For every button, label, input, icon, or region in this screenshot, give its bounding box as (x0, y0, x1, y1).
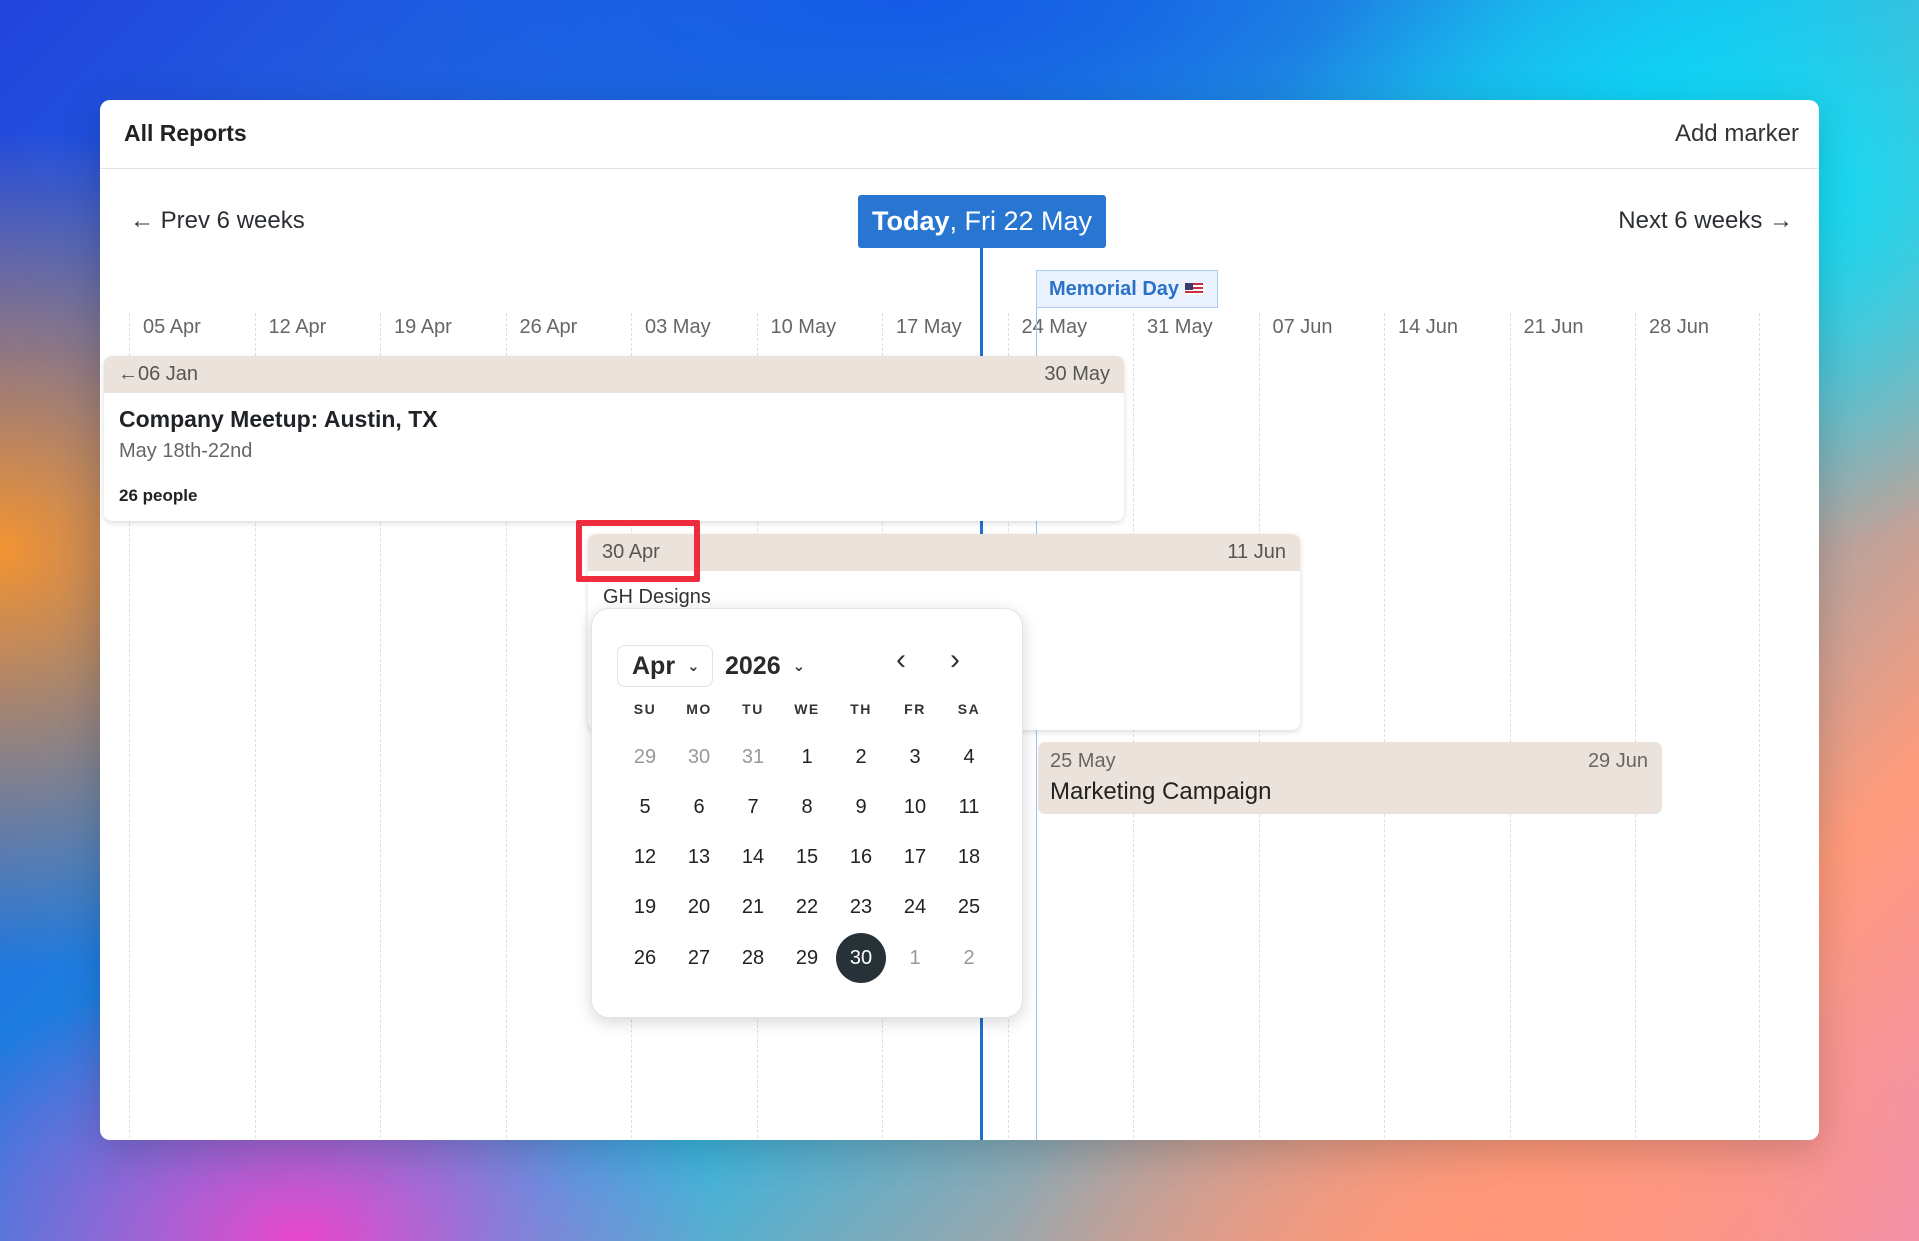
calendar-day[interactable]: 27 (674, 933, 724, 983)
calendar-day[interactable]: 3 (890, 732, 940, 782)
next-month-button[interactable]: › (940, 643, 970, 677)
event-card-company-meetup[interactable]: ←06 Jan 30 May Company Meetup: Austin, T… (104, 356, 1124, 521)
calendar-day[interactable]: 17 (890, 833, 940, 883)
weekday-label: SU (633, 701, 657, 717)
memorial-day-label: Memorial Day (1049, 277, 1180, 300)
calendar-day[interactable]: 31 (728, 732, 778, 782)
calendar-day[interactable]: 15 (782, 833, 832, 883)
week-gridline (1384, 313, 1385, 1140)
calendar-day[interactable]: 12 (620, 833, 670, 883)
calendar-day[interactable]: 18 (944, 833, 994, 883)
event-title: Marketing Campaign (1050, 778, 1272, 805)
month-select[interactable]: Apr ⌄ (617, 645, 713, 687)
event-people-count: 26 people (119, 486, 198, 505)
week-label: 26 Apr (519, 316, 578, 338)
weekday-label: FR (904, 701, 926, 717)
event-title: Company Meetup: Austin, TX (119, 406, 438, 432)
top-bar: All Reports Add marker (100, 100, 1819, 169)
calendar-day[interactable]: 20 (674, 883, 724, 933)
weekday-label: WE (794, 701, 820, 717)
calendar-day[interactable]: 11 (944, 782, 994, 832)
calendar-day[interactable]: 1 (890, 933, 940, 983)
calendar-day[interactable]: 5 (620, 782, 670, 832)
year-value: 2026 (725, 651, 781, 680)
calendar-day[interactable]: 10 (890, 782, 940, 832)
calendar-day[interactable]: 14 (728, 833, 778, 883)
date-picker: Apr ⌄ 2026 ⌄ ‹ › SU MO TU WE TH FR SA 29 30 31 1 2… (591, 608, 1023, 1018)
event-start-date[interactable]: 25 May (1050, 750, 1116, 773)
event-end-date[interactable]: 11 Jun (1227, 541, 1286, 564)
today-date: , Fri 22 May (949, 206, 1093, 236)
calendar-day[interactable]: 19 (620, 883, 670, 933)
week-label: 14 Jun (1398, 316, 1459, 338)
selected-day[interactable]: 30 (836, 933, 886, 984)
week-gridline (1635, 313, 1636, 1140)
us-flag-icon (1185, 283, 1204, 295)
event-card-header: ←06 Jan 30 May (104, 356, 1124, 393)
weekday-label: TH (850, 701, 872, 717)
week-label: 24 May (1021, 316, 1088, 338)
calendar-day[interactable]: 16 (836, 833, 886, 883)
chevron-down-icon: ⌄ (792, 658, 806, 675)
week-gridline (1509, 313, 1511, 1140)
calendar-day[interactable]: 22 (782, 883, 832, 933)
calendar-day[interactable]: 8 (782, 782, 832, 832)
page-title: All Reports (124, 120, 247, 146)
week-label: 31 May (1147, 316, 1213, 338)
week-label: 03 May (645, 316, 711, 338)
weekday-label: TU (742, 701, 764, 717)
week-label: 05 Apr (143, 316, 201, 338)
calendar-day[interactable]: 21 (728, 883, 778, 933)
calendar-day[interactable]: 25 (944, 883, 994, 933)
calendar-day[interactable]: 2 (944, 933, 994, 983)
weekday-label: SA (957, 701, 981, 717)
calendar-day[interactable]: 23 (836, 883, 886, 933)
year-select[interactable]: 2026 ⌄ (725, 645, 805, 687)
event-start-date[interactable]: ←06 Jan (118, 363, 198, 386)
calendar-day[interactable]: 29 (782, 933, 832, 983)
calendar-day[interactable]: 30 (674, 732, 724, 782)
calendar-day[interactable]: 29 (620, 732, 670, 782)
week-label: 10 May (770, 316, 837, 338)
week-label: 21 Jun (1523, 316, 1584, 338)
week-label: 28 Jun (1649, 316, 1710, 338)
calendar-day[interactable]: 7 (728, 782, 778, 832)
event-title: GH Designs (603, 586, 711, 608)
calendar-day[interactable]: 2 (836, 732, 886, 782)
month-value: Apr (632, 651, 676, 680)
reports-panel: All Reports Add marker ← Prev 6 weeks Ne… (100, 100, 1819, 1140)
prev-6-weeks-button[interactable]: ← Prev 6 weeks (130, 207, 305, 235)
event-end-date[interactable]: 30 May (1044, 363, 1110, 386)
start-date-highlight (576, 520, 700, 582)
calendar-day[interactable]: 1 (782, 732, 832, 782)
calendar-day[interactable]: 26 (620, 933, 670, 983)
calendar-day[interactable]: 13 (674, 833, 724, 883)
week-label: 19 Apr (394, 316, 452, 338)
event-end-date[interactable]: 29 Jun (1588, 750, 1648, 773)
event-dates: May 18th-22nd (119, 440, 253, 462)
memorial-day-marker[interactable]: Memorial Day (1036, 270, 1218, 308)
week-label: 12 Apr (268, 316, 327, 338)
today-label: Today (871, 206, 950, 236)
next-6-weeks-button[interactable]: Next 6 weeks → (1618, 207, 1793, 235)
event-card-marketing-campaign[interactable]: 25 May 29 Jun Marketing Campaign (1038, 742, 1662, 814)
week-label: 17 May (896, 316, 962, 338)
prev-month-button[interactable]: ‹ (886, 643, 916, 677)
calendar-day[interactable]: 4 (944, 732, 994, 782)
week-label: 07 Jun (1272, 316, 1333, 338)
chevron-down-icon: ⌄ (687, 658, 700, 675)
week-gridline (1758, 313, 1760, 1140)
calendar-day[interactable]: 9 (836, 782, 886, 832)
calendar-day[interactable]: 24 (890, 883, 940, 933)
today-badge[interactable]: Today, Fri 22 May (858, 195, 1106, 248)
calendar-day[interactable]: 6 (674, 782, 724, 832)
calendar-day[interactable]: 28 (728, 933, 778, 983)
weekday-label: MO (686, 701, 712, 717)
add-marker-button[interactable]: Add marker (1675, 120, 1799, 148)
